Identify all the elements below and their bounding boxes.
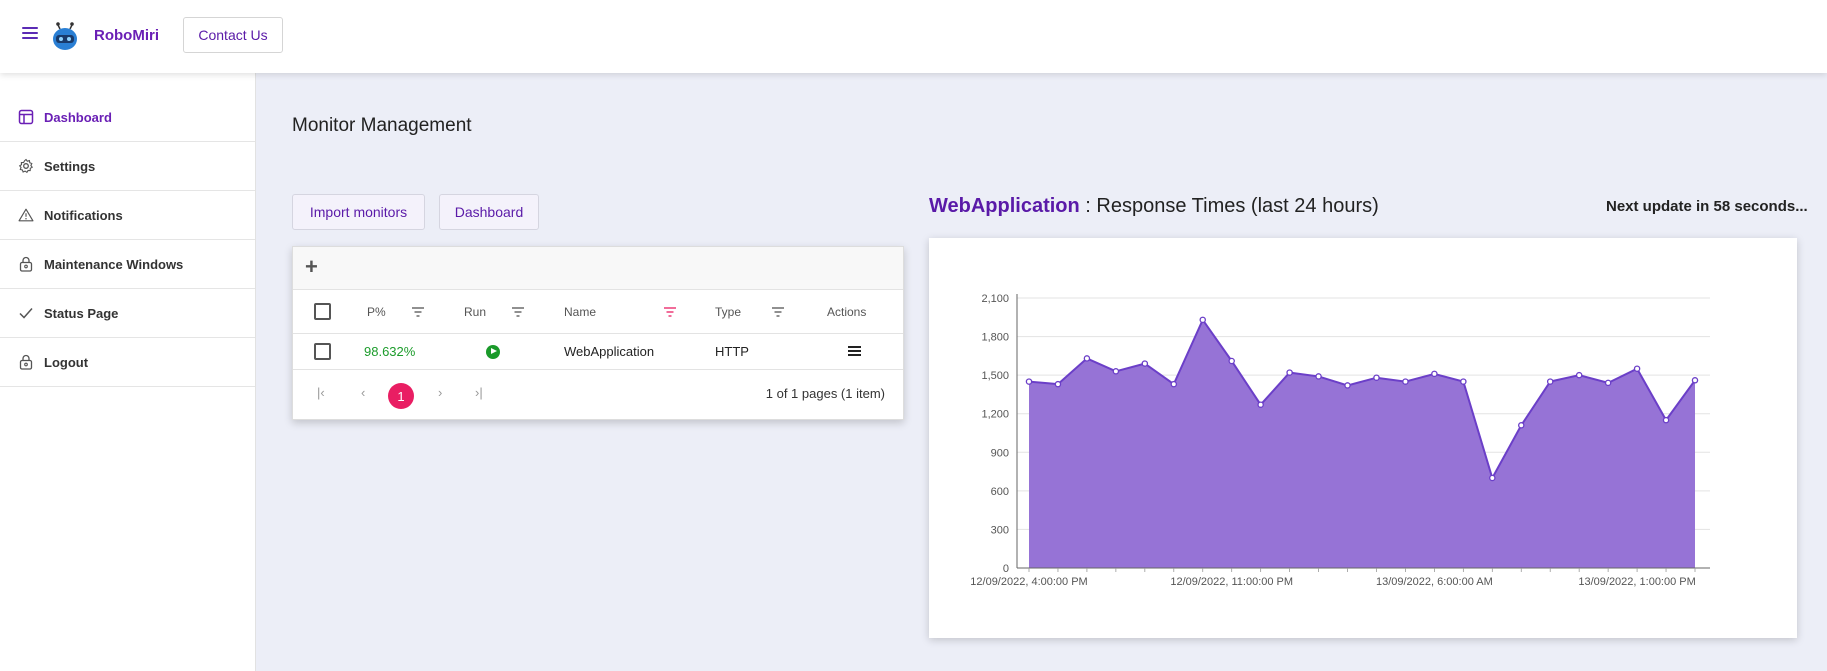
data-point [1112, 368, 1120, 375]
sidebar-item-label: Dashboard [44, 109, 112, 125]
data-point [1518, 422, 1525, 429]
run-status-icon[interactable] [486, 344, 500, 359]
y-tick-label: 300 [991, 524, 1009, 536]
lock-icon [18, 256, 34, 272]
dashboard-icon [18, 109, 34, 125]
contact-us-button[interactable]: Contact Us [183, 17, 283, 53]
monitor-grid: + P% Run Name Type Actions 98.632% WebAp… [292, 246, 904, 420]
page-title: Monitor Management [292, 115, 472, 136]
sidebar-item-settings[interactable]: Settings [0, 142, 255, 191]
row-checkbox[interactable] [314, 343, 331, 360]
first-page-icon[interactable]: |‹ [317, 385, 325, 400]
data-point [1460, 378, 1467, 385]
sidebar-item-label: Settings [44, 158, 96, 174]
sidebar-item-status-page[interactable]: Status Page [0, 289, 255, 338]
sidebar-item-label: Logout [44, 354, 89, 370]
y-tick-label: 600 [991, 486, 1009, 498]
data-point [1228, 357, 1235, 365]
page-number-button[interactable]: 1 [388, 383, 414, 409]
gear-icon [18, 158, 34, 174]
data-point [1662, 416, 1670, 424]
column-header-run[interactable]: Run [464, 290, 486, 333]
sidebar: Dashboard Settings Notifications Mainten… [0, 73, 256, 671]
data-point [1575, 371, 1583, 379]
data-point [1431, 370, 1438, 378]
filter-icon[interactable] [772, 306, 784, 317]
next-update-text: Next update in 58 seconds... [1606, 198, 1808, 215]
chart-title: WebApplication : Response Times (last 24… [929, 195, 1379, 218]
y-tick-label: 1,500 [981, 370, 1009, 382]
data-point [1633, 365, 1641, 372]
select-all-checkbox[interactable] [314, 303, 331, 320]
warning-icon [18, 207, 34, 223]
lock-icon [18, 354, 34, 370]
menu-icon[interactable] [22, 27, 38, 41]
filter-icon[interactable] [412, 306, 424, 317]
area-fill [1029, 319, 1695, 568]
column-header-percent[interactable]: P% [367, 290, 386, 333]
grid-toolbar: + [293, 247, 903, 290]
data-point [1257, 401, 1264, 408]
data-point [1315, 373, 1322, 380]
chart-title-suffix: : Response Times (last 24 hours) [1079, 195, 1379, 217]
data-point [1054, 380, 1062, 388]
y-tick-label: 1,800 [981, 332, 1009, 344]
sidebar-item-logout[interactable]: Logout [0, 338, 255, 387]
data-point [1199, 316, 1206, 324]
column-header-actions: Actions [827, 304, 867, 319]
x-tick-label: 13/09/2022, 1:00:00 PM [1578, 576, 1695, 588]
uptime-percent: 98.632% [364, 344, 416, 359]
data-point [1344, 382, 1351, 389]
data-point [1170, 380, 1178, 388]
sidebar-item-dashboard[interactable]: Dashboard [0, 93, 255, 142]
chart-app-name: WebApplication [929, 195, 1080, 217]
y-tick-label: 0 [1003, 563, 1009, 575]
x-tick-label: 12/09/2022, 4:00:00 PM [970, 576, 1087, 588]
data-point [1141, 360, 1149, 367]
table-row[interactable]: 98.632% WebApplication HTTP [293, 334, 903, 370]
row-actions-icon[interactable] [848, 345, 861, 358]
response-time-chart: 0 300 600 900 1,200 1,500 1,800 2,100 12/09/2022… [929, 238, 1797, 638]
data-point [1373, 374, 1380, 381]
previous-page-icon[interactable]: ‹ [361, 385, 365, 400]
data-point [1546, 378, 1554, 385]
data-point [1286, 369, 1293, 376]
sidebar-item-label: Status Page [44, 305, 119, 321]
check-icon [18, 305, 34, 321]
next-page-icon[interactable]: › [438, 385, 442, 400]
column-header-type[interactable]: Type [715, 290, 741, 333]
sidebar-item-label: Maintenance Windows [44, 256, 184, 272]
data-point [1489, 474, 1496, 482]
sidebar-item-maintenance-windows[interactable]: Maintenance Windows [0, 240, 255, 289]
add-monitor-icon[interactable]: + [305, 255, 318, 279]
robot-logo-icon [53, 22, 77, 50]
import-monitors-button[interactable]: Import monitors [292, 194, 425, 230]
x-tick-label: 13/09/2022, 6:00:00 AM [1376, 576, 1493, 588]
monitor-type: HTTP [715, 344, 749, 359]
monitor-name: WebApplication [564, 344, 655, 359]
data-point [1691, 377, 1699, 384]
filter-active-icon[interactable] [664, 306, 676, 317]
brand-name: RoboMiri [94, 27, 159, 44]
grid-header-row: P% Run Name Type Actions [293, 290, 903, 334]
data-point [1604, 379, 1612, 387]
column-header-name[interactable]: Name [564, 290, 596, 333]
pager-info: 1 of 1 pages (1 item) [765, 386, 885, 401]
y-tick-label: 900 [991, 447, 1009, 459]
top-bar: RoboMiri Contact Us [0, 0, 1827, 73]
dashboard-button[interactable]: Dashboard [439, 194, 539, 230]
x-tick-label: 12/09/2022, 11:00:00 PM [1170, 576, 1293, 588]
sidebar-item-label: Notifications [44, 207, 123, 223]
y-tick-label: 2,100 [981, 293, 1009, 305]
data-point [1083, 355, 1091, 362]
filter-icon[interactable] [512, 306, 524, 317]
chart-canvas: 0 300 600 900 1,200 1,500 1,800 2,100 12/09/2022… [970, 293, 1710, 588]
data-point [1025, 378, 1033, 385]
last-page-icon[interactable]: ›| [475, 385, 483, 400]
y-tick-label: 1,200 [981, 409, 1009, 421]
pager: |‹ ‹ 1 › ›| 1 of 1 pages (1 item) [293, 370, 903, 420]
sidebar-item-notifications[interactable]: Notifications [0, 191, 255, 240]
data-point [1402, 378, 1409, 385]
